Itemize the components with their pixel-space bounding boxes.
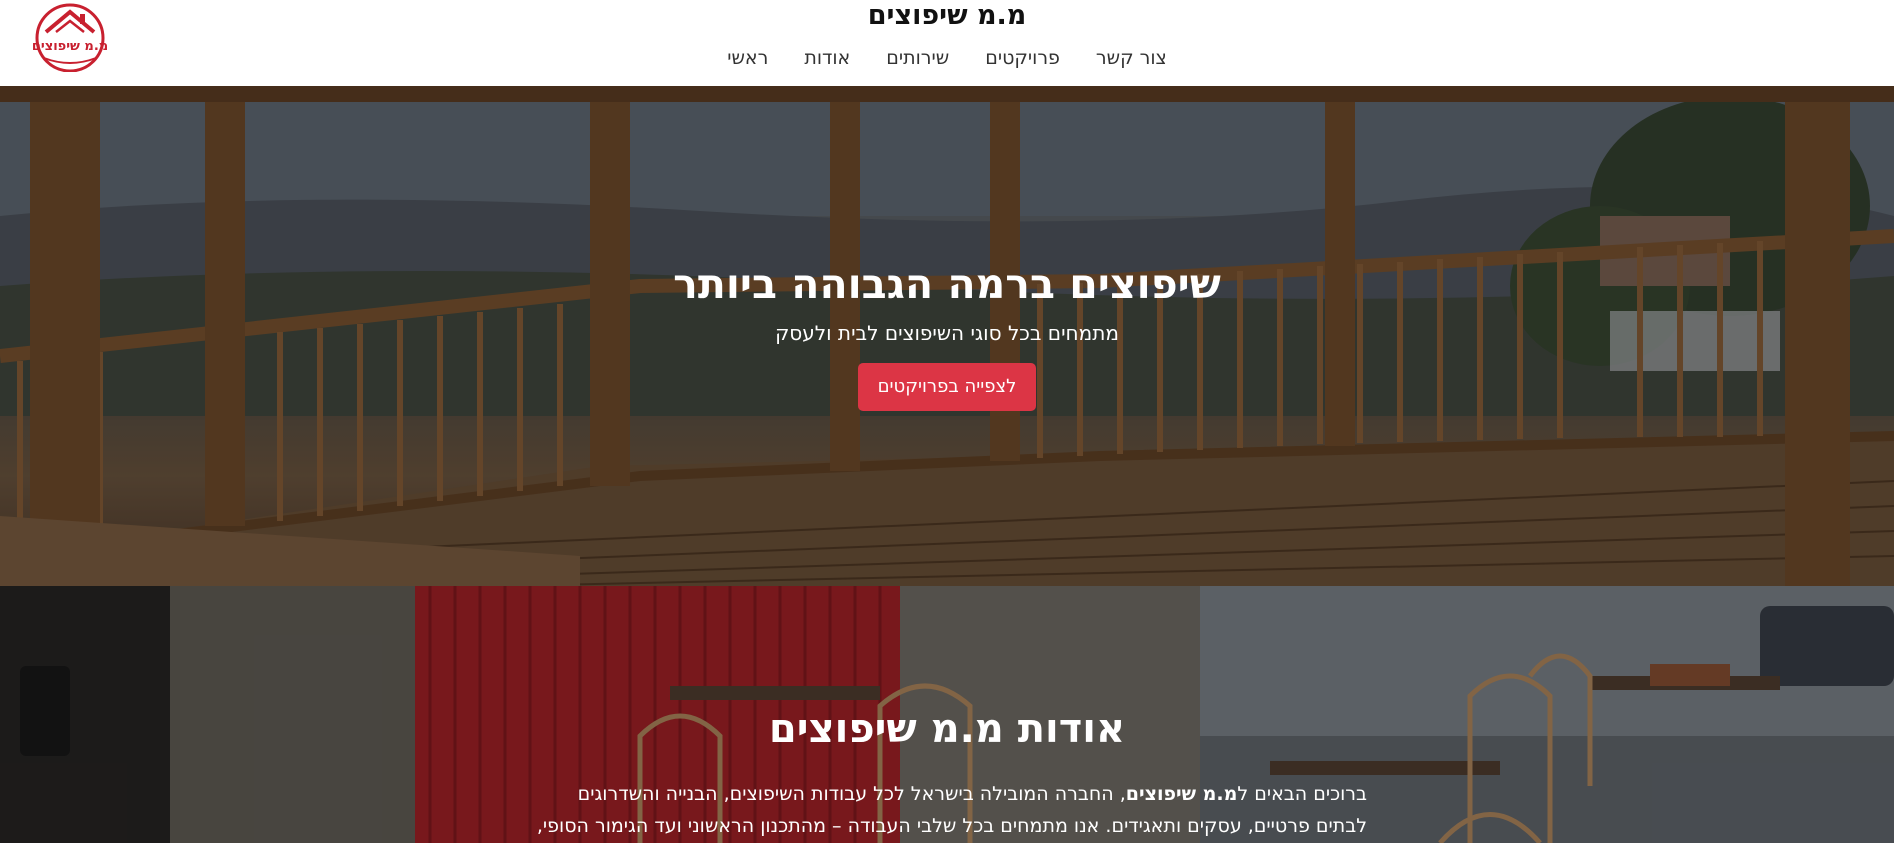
about-text-prefix: ברוכים הבאים ל xyxy=(1237,783,1367,805)
hero-subtitle: מתמחים בכל סוגי השיפוצים לבית ולעסק xyxy=(775,321,1119,345)
about-text: ברוכים הבאים למ.מ שיפוצים, החברה המובילה… xyxy=(527,778,1367,842)
about-title: אודות מ.מ שיפוצים xyxy=(768,706,1126,752)
about-text-brand: מ.מ שיפוצים xyxy=(1125,783,1238,805)
site-title: מ.מ שיפוצים xyxy=(867,0,1027,31)
about-content: אודות מ.מ שיפוצים ברוכים הבאים למ.מ שיפו… xyxy=(0,704,1894,842)
nav-services[interactable]: שירותים xyxy=(886,44,949,72)
hero-content: שיפוצים ברמה הגבוהה ביותר מתמחים בכל סוג… xyxy=(0,258,1894,411)
view-projects-button[interactable]: לצפייה בפרויקטים xyxy=(857,363,1037,411)
nav-home[interactable]: ראשי xyxy=(727,44,768,72)
about-section: אודות מ.מ שיפוצים ברוכים הבאים למ.מ שיפו… xyxy=(0,586,1894,843)
hero-title: שיפוצים ברמה הגבוהה ביותר xyxy=(673,260,1221,308)
main-nav: צור קשר פרויקטים שירותים אודות ראשי xyxy=(0,44,1894,72)
nav-projects[interactable]: פרויקטים xyxy=(985,44,1060,72)
hero-section: שיפוצים ברמה הגבוהה ביותר מתמחים בכל סוג… xyxy=(0,86,1894,586)
nav-contact[interactable]: צור קשר xyxy=(1096,44,1167,72)
nav-about[interactable]: אודות xyxy=(804,44,850,72)
site-header: מ.מ שיפוצים מ.מ שיפוצים צור קשר פרויקטים… xyxy=(0,0,1894,86)
